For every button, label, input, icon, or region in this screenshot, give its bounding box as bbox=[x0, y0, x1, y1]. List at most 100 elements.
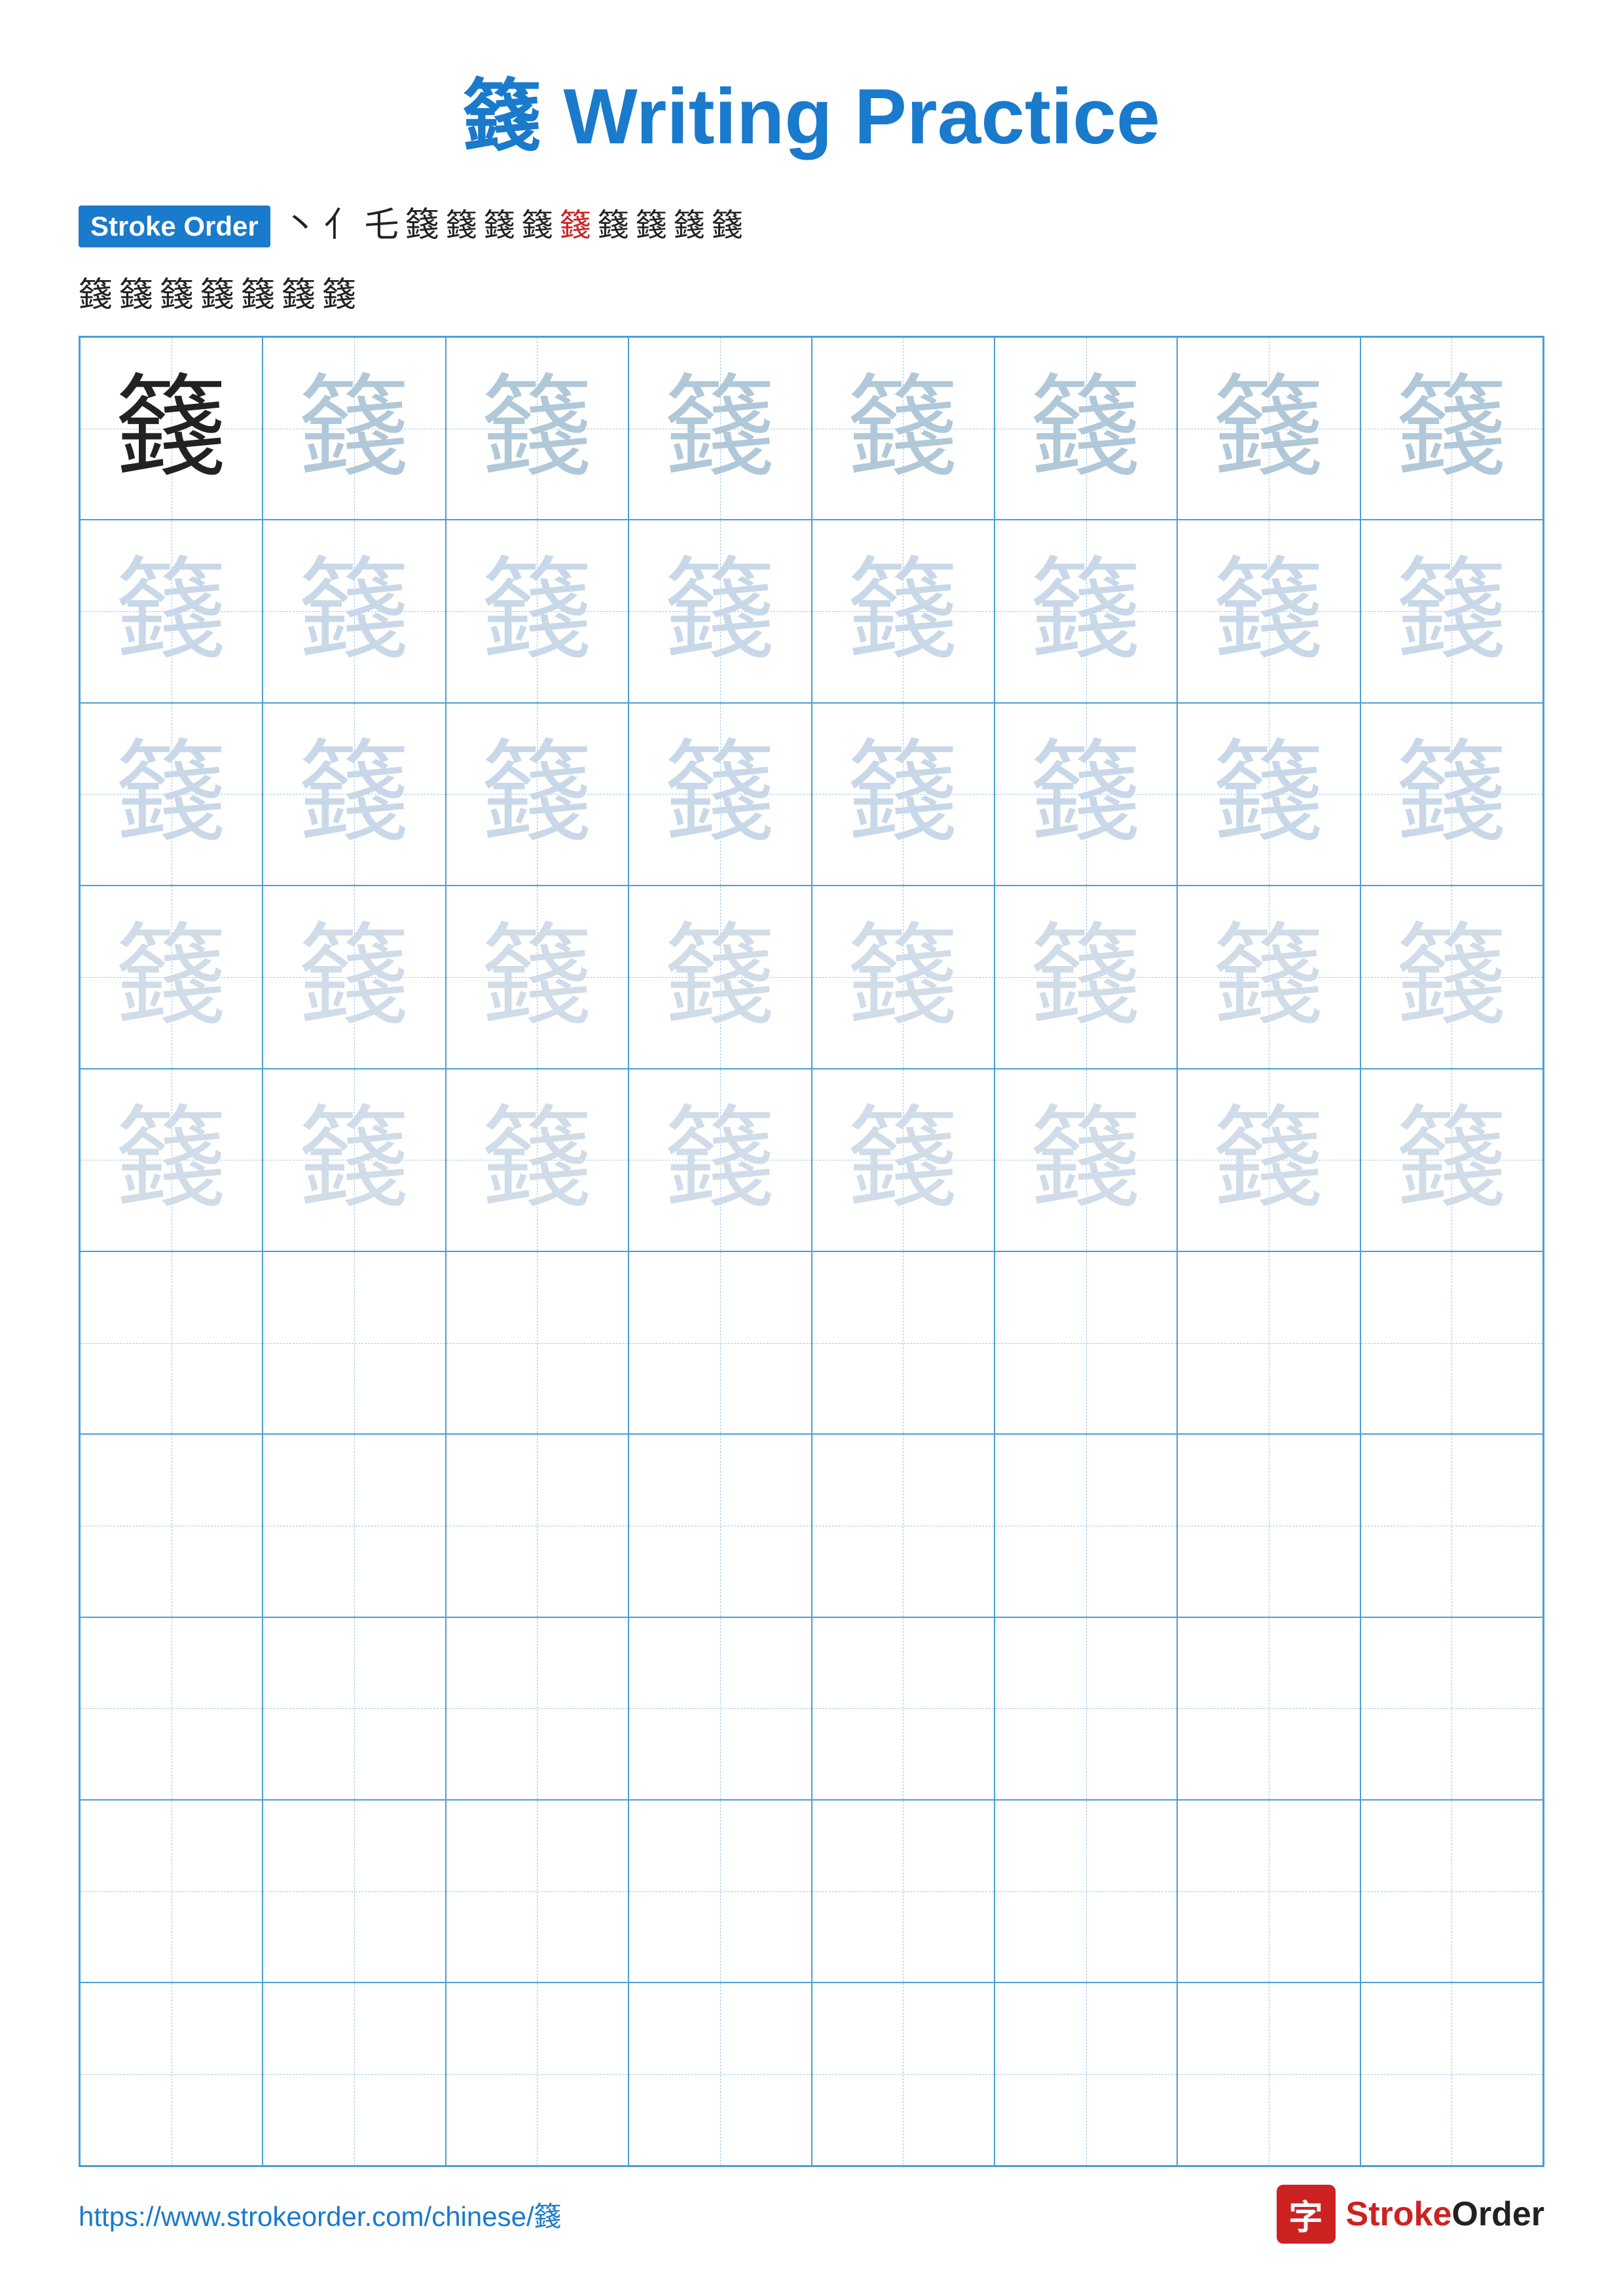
grid-cell-r3c3[interactable]: 籛 bbox=[446, 703, 629, 886]
grid-cell-r6c4[interactable] bbox=[629, 1251, 811, 1434]
grid-cell-r9c7[interactable] bbox=[1177, 1800, 1360, 1982]
grid-cell-r3c6[interactable]: 籛 bbox=[994, 703, 1177, 886]
practice-char: 籛 bbox=[1213, 556, 1324, 667]
grid-cell-r4c6[interactable]: 籛 bbox=[994, 886, 1177, 1068]
grid-cell-r2c6[interactable]: 籛 bbox=[994, 520, 1177, 702]
grid-cell-r1c8[interactable]: 籛 bbox=[1360, 337, 1543, 520]
grid-cell-r8c7[interactable] bbox=[1177, 1617, 1360, 1800]
grid-cell-r2c3[interactable]: 籛 bbox=[446, 520, 629, 702]
grid-cell-r4c4[interactable]: 籛 bbox=[629, 886, 811, 1068]
grid-cell-r1c3[interactable]: 籛 bbox=[446, 337, 629, 520]
grid-cell-r1c2[interactable]: 籛 bbox=[263, 337, 445, 520]
grid-cell-r6c8[interactable] bbox=[1360, 1251, 1543, 1434]
grid-cell-r4c3[interactable]: 籛 bbox=[446, 886, 629, 1068]
grid-cell-r4c2[interactable]: 籛 bbox=[263, 886, 445, 1068]
grid-cell-r10c1[interactable] bbox=[80, 1982, 263, 2165]
grid-cell-r5c8[interactable]: 籛 bbox=[1360, 1069, 1543, 1251]
practice-char: 籛 bbox=[665, 373, 776, 484]
grid-cell-r8c3[interactable] bbox=[446, 1617, 629, 1800]
grid-cell-r8c1[interactable] bbox=[80, 1617, 263, 1800]
grid-cell-r3c7[interactable]: 籛 bbox=[1177, 703, 1360, 886]
grid-cell-r7c2[interactable] bbox=[263, 1434, 445, 1617]
grid-cell-r3c2[interactable]: 籛 bbox=[263, 703, 445, 886]
grid-cell-r10c7[interactable] bbox=[1177, 1982, 1360, 2165]
grid-cell-r6c1[interactable] bbox=[80, 1251, 263, 1434]
practice-char: 籛 bbox=[665, 556, 776, 667]
grid-cell-r1c4[interactable]: 籛 bbox=[629, 337, 811, 520]
grid-cell-r8c5[interactable] bbox=[812, 1617, 994, 1800]
practice-char: 籛 bbox=[1396, 922, 1507, 1033]
grid-cell-r3c8[interactable]: 籛 bbox=[1360, 703, 1543, 886]
grid-cell-r10c3[interactable] bbox=[446, 1982, 629, 2165]
grid-cell-r6c5[interactable] bbox=[812, 1251, 994, 1434]
practice-char: 籛 bbox=[665, 738, 776, 850]
grid-cell-r6c2[interactable] bbox=[263, 1251, 445, 1434]
grid-cell-r5c3[interactable]: 籛 bbox=[446, 1069, 629, 1251]
grid-cell-r2c8[interactable]: 籛 bbox=[1360, 520, 1543, 702]
grid-cell-r4c7[interactable]: 籛 bbox=[1177, 886, 1360, 1068]
grid-cell-r6c6[interactable] bbox=[994, 1251, 1177, 1434]
practice-char: 籛 bbox=[481, 922, 593, 1033]
grid-cell-r6c7[interactable] bbox=[1177, 1251, 1360, 1434]
grid-cell-r8c6[interactable] bbox=[994, 1617, 1177, 1800]
practice-char: 籛 bbox=[299, 922, 410, 1033]
grid-cell-r7c1[interactable] bbox=[80, 1434, 263, 1617]
grid-cell-r3c1[interactable]: 籛 bbox=[80, 703, 263, 886]
grid-cell-r3c4[interactable]: 籛 bbox=[629, 703, 811, 886]
grid-cell-r7c5[interactable] bbox=[812, 1434, 994, 1617]
grid-cell-r7c4[interactable] bbox=[629, 1434, 811, 1617]
practice-char: 籛 bbox=[116, 738, 227, 850]
grid-cell-r7c7[interactable] bbox=[1177, 1434, 1360, 1617]
grid-cell-r9c5[interactable] bbox=[812, 1800, 994, 1982]
grid-cell-r5c4[interactable]: 籛 bbox=[629, 1069, 811, 1251]
grid-cell-r4c8[interactable]: 籛 bbox=[1360, 886, 1543, 1068]
grid-cell-r9c8[interactable] bbox=[1360, 1800, 1543, 1982]
footer-url[interactable]: https://www.strokeorder.com/chinese/籛 bbox=[79, 2195, 562, 2234]
practice-char: 籛 bbox=[481, 556, 593, 667]
grid-cell-r6c3[interactable] bbox=[446, 1251, 629, 1434]
stroke-step-5: 籛 bbox=[446, 207, 477, 245]
grid-cell-r8c4[interactable] bbox=[629, 1617, 811, 1800]
grid-cell-r5c6[interactable]: 籛 bbox=[994, 1069, 1177, 1251]
grid-cell-r2c1[interactable]: 籛 bbox=[80, 520, 263, 702]
grid-cell-r10c2[interactable] bbox=[263, 1982, 445, 2165]
grid-cell-r1c5[interactable]: 籛 bbox=[812, 337, 994, 520]
grid-cell-r9c4[interactable] bbox=[629, 1800, 811, 1982]
grid-cell-r9c2[interactable] bbox=[263, 1800, 445, 1982]
grid-cell-r1c1[interactable]: 籛 bbox=[80, 337, 263, 520]
grid-cell-r8c2[interactable] bbox=[263, 1617, 445, 1800]
grid-cell-r3c5[interactable]: 籛 bbox=[812, 703, 994, 886]
grid-cell-r5c7[interactable]: 籛 bbox=[1177, 1069, 1360, 1251]
stroke-step-4: 籛 bbox=[405, 206, 439, 246]
grid-cell-r7c3[interactable] bbox=[446, 1434, 629, 1617]
grid-cell-r2c4[interactable]: 籛 bbox=[629, 520, 811, 702]
practice-char: 籛 bbox=[481, 373, 593, 484]
grid-cell-r8c8[interactable] bbox=[1360, 1617, 1543, 1800]
practice-char: 籛 bbox=[116, 373, 227, 484]
practice-char: 籛 bbox=[1030, 738, 1142, 850]
grid-cell-r7c8[interactable] bbox=[1360, 1434, 1543, 1617]
practice-char: 籛 bbox=[1030, 373, 1142, 484]
grid-cell-r10c8[interactable] bbox=[1360, 1982, 1543, 2165]
grid-cell-r7c6[interactable] bbox=[994, 1434, 1177, 1617]
grid-cell-r1c7[interactable]: 籛 bbox=[1177, 337, 1360, 520]
grid-cell-r9c3[interactable] bbox=[446, 1800, 629, 1982]
grid-cell-r5c5[interactable]: 籛 bbox=[812, 1069, 994, 1251]
grid-cell-r9c1[interactable] bbox=[80, 1800, 263, 1982]
grid-cell-r10c5[interactable] bbox=[812, 1982, 994, 2165]
grid-cell-r5c1[interactable]: 籛 bbox=[80, 1069, 263, 1251]
grid-cell-r10c4[interactable] bbox=[629, 1982, 811, 2165]
grid-cell-r4c1[interactable]: 籛 bbox=[80, 886, 263, 1068]
grid-cell-r2c7[interactable]: 籛 bbox=[1177, 520, 1360, 702]
practice-char: 籛 bbox=[847, 738, 958, 850]
grid-cell-r1c6[interactable]: 籛 bbox=[994, 337, 1177, 520]
grid-cell-r10c6[interactable] bbox=[994, 1982, 1177, 2165]
grid-cell-r4c5[interactable]: 籛 bbox=[812, 886, 994, 1068]
grid-cell-r2c2[interactable]: 籛 bbox=[263, 520, 445, 702]
grid-cell-r5c2[interactable]: 籛 bbox=[263, 1069, 445, 1251]
grid-cell-r9c6[interactable] bbox=[994, 1800, 1177, 1982]
practice-char: 籛 bbox=[1396, 1104, 1507, 1215]
practice-char: 籛 bbox=[847, 1104, 958, 1215]
grid-cell-r2c5[interactable]: 籛 bbox=[812, 520, 994, 702]
practice-char: 籛 bbox=[1030, 1104, 1142, 1215]
